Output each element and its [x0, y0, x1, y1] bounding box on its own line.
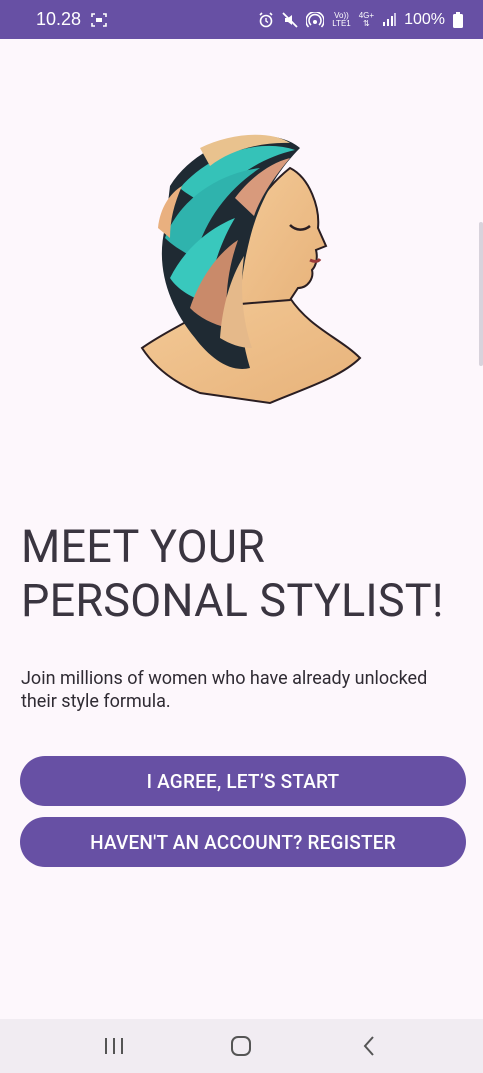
alarm-icon	[258, 11, 274, 28]
woman-profile-illustration	[140, 128, 368, 420]
recents-button[interactable]	[84, 1026, 144, 1066]
back-icon	[363, 1036, 374, 1056]
back-button[interactable]	[339, 1026, 399, 1066]
recents-icon	[104, 1038, 123, 1054]
status-left: 10.28	[36, 9, 107, 30]
home-icon	[231, 1036, 252, 1056]
register-button[interactable]: HAVEN'T AN ACCOUNT? REGISTER	[20, 817, 466, 867]
system-nav-bar	[0, 1019, 483, 1073]
status-right: Vo)) LTE1 4G+ ⇅ 100%	[258, 11, 463, 29]
volte-label-bottom: LTE1	[332, 18, 351, 28]
home-button[interactable]	[211, 1026, 271, 1066]
status-bar: 10.28 Vo)) LTE1 4G+ ⇅ 100%	[0, 0, 483, 39]
network-type-indicator: 4G+ ⇅	[359, 11, 374, 28]
title-line-1: MEET YOUR	[21, 520, 266, 573]
agree-start-button[interactable]: I AGREE, LET’S START	[20, 756, 466, 806]
signal-icon	[382, 12, 397, 27]
subtitle: Join millions of women who have already …	[21, 668, 428, 712]
battery-percent: 100%	[404, 10, 445, 28]
hotspot-icon	[306, 11, 325, 28]
page-title: MEET YOUR PERSONAL STYLIST!	[21, 520, 471, 628]
screen-recording-icon	[91, 12, 107, 27]
data-arrows-icon: ⇅	[363, 18, 370, 28]
status-time: 10.28	[36, 9, 82, 29]
title-line-2: PERSONAL STYLIST!	[21, 574, 444, 627]
scroll-indicator	[479, 222, 483, 366]
mute-icon	[282, 11, 298, 28]
battery-icon	[453, 11, 463, 28]
volte-indicator: Vo)) LTE1	[332, 11, 351, 28]
